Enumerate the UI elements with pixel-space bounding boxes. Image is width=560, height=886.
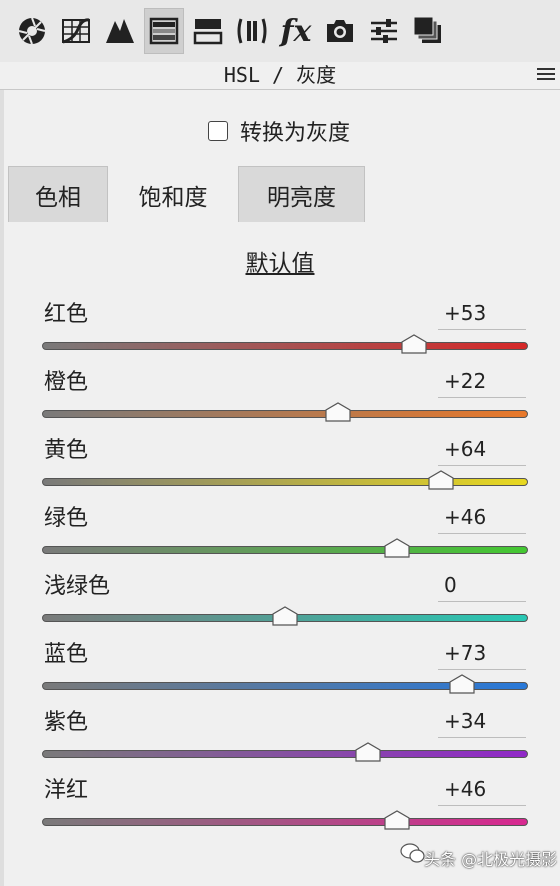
slider-row-green: 绿色 +46 [0,504,560,572]
panel-title: HSL / 灰度 [223,63,337,87]
slider-thumb[interactable] [325,402,352,422]
tool-lens-correction[interactable] [232,8,272,54]
tool-hsl[interactable] [144,8,184,54]
panel-menu-icon[interactable] [536,66,556,82]
default-link-row: 默认值 [0,244,560,278]
panel-header: HSL / 灰度 [0,62,560,90]
slider-thumb[interactable] [427,470,454,490]
camera-calibration-icon [327,20,353,42]
watermark: 头条 @北极光摄影 [392,824,560,880]
slider-row-blue: 蓝色 +73 [0,640,560,708]
slider-label: 紫色 [44,710,89,735]
slider-row-aqua: 浅绿色 0 [0,572,560,640]
detail-icon [106,19,134,43]
split-toning-icon [193,19,223,45]
slider-track[interactable] [42,750,528,758]
slider-thumb[interactable] [384,538,410,558]
tool-split-toning[interactable] [188,8,228,54]
grayscale-checkbox[interactable] [208,121,228,141]
slider-row-orange: 橙色 +22 [0,368,560,436]
slider-value-field[interactable]: +46 [438,504,526,534]
slider-label: 橙色 [44,370,89,395]
slider-track[interactable] [42,546,528,554]
aperture-icon [18,17,46,45]
tool-basic[interactable] [12,8,52,54]
hsl-tabs: 色相 饱和度 明亮度 [8,166,365,222]
tool-effects[interactable]: fx [276,8,316,54]
grayscale-label: 转换为灰度 [240,121,351,146]
slider-row-yellow: 黄色 +64 [0,436,560,504]
tool-camera-calibration[interactable] [320,8,360,54]
slider-value-field[interactable]: +46 [438,776,526,806]
lens-correction-icon [237,18,267,44]
slider-value-field[interactable]: +22 [438,368,526,398]
slider-track[interactable] [42,342,528,350]
tone-curve-icon [62,18,90,44]
slider-value-field[interactable]: +53 [438,300,526,330]
slider-label: 洋红 [44,778,89,803]
slider-thumb[interactable] [401,334,427,354]
watermark-text: 头条 @北极光摄影 [424,850,558,869]
slider-thumb[interactable] [355,742,381,762]
slider-row-purple: 紫色 +34 [0,708,560,776]
slider-value-field[interactable]: +64 [438,436,526,466]
slider-thumb[interactable] [272,606,298,626]
tool-presets[interactable] [364,8,404,54]
tool-tone-curve[interactable] [56,8,96,54]
tool-snapshots[interactable] [408,8,448,54]
panel-toolbar: fx [0,0,560,62]
wechat-icon [400,843,425,863]
slider-track[interactable] [42,478,528,486]
effects-icon: fx [280,13,312,49]
tab-luminance[interactable]: 明亮度 [238,166,365,222]
slider-value-field[interactable]: +73 [438,640,526,670]
tool-detail[interactable] [100,8,140,54]
default-button[interactable]: 默认值 [246,251,315,277]
slider-value-field[interactable]: 0 [438,572,526,602]
slider-value-field[interactable]: +34 [438,708,526,738]
tab-hue[interactable]: 色相 [8,166,108,222]
slider-row-red: 红色 +53 [0,300,560,368]
slider-track[interactable] [42,410,528,418]
slider-label: 黄色 [44,438,89,463]
slider-label: 蓝色 [44,642,89,667]
convert-to-grayscale[interactable]: 转换为灰度 [208,116,350,146]
hsl-icon [149,17,179,45]
slider-label: 绿色 [44,506,89,531]
slider-thumb[interactable] [449,674,475,694]
presets-icon [371,19,397,43]
tab-saturation[interactable]: 饱和度 [108,166,238,222]
slider-label: 红色 [44,302,89,327]
snapshots-icon [413,16,441,43]
slider-label: 浅绿色 [44,574,111,599]
